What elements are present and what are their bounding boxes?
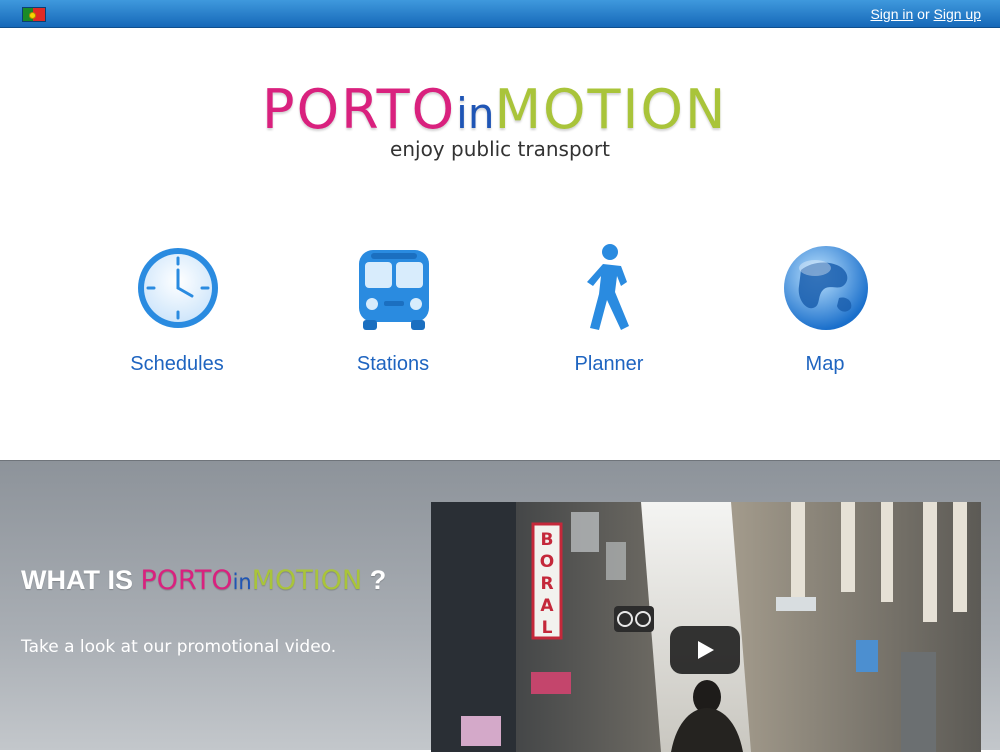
promo-text: Take a look at our promotional video. <box>21 637 337 657</box>
site-logo[interactable]: PORTOinMOTION <box>262 80 742 140</box>
boral-letter: A <box>540 596 554 616</box>
auth-links: Sign in or Sign up <box>870 6 981 22</box>
menu-item-map[interactable]: Map <box>745 240 905 380</box>
promo-heading: WHAT IS PORTOinMOTION ? <box>21 565 386 596</box>
promo-heading-porto: PORTO <box>140 565 233 596</box>
video-play-button[interactable] <box>670 626 740 674</box>
auth-separator: or <box>917 6 930 22</box>
menu-item-schedules[interactable]: Schedules <box>97 240 257 380</box>
menu-label-schedules: Schedules <box>130 353 224 375</box>
play-icon <box>698 641 714 659</box>
menu-label-planner: Planner <box>574 353 644 375</box>
boral-letter: B <box>541 530 554 550</box>
boral-letter: L <box>542 618 553 638</box>
menu-label-map: Map <box>805 353 845 375</box>
logo-motion: MOTION <box>494 78 728 141</box>
menu-label-stations: Stations <box>356 353 430 375</box>
walking-person-icon <box>587 244 629 330</box>
top-bar: Sign in or Sign up <box>0 0 1000 28</box>
promo-heading-question: ? <box>369 565 387 595</box>
promo-heading-in: in <box>232 570 252 594</box>
boral-letter: R <box>540 574 553 594</box>
menu-item-stations[interactable]: Stations <box>313 240 473 380</box>
sign-up-link[interactable]: Sign up <box>934 6 981 22</box>
logo-in: in <box>456 89 495 138</box>
promo-heading-what-is: WHAT IS <box>21 565 133 595</box>
video-sign-boral: B O R A L <box>540 530 555 638</box>
boral-sign-letters: B O R A L <box>540 530 555 638</box>
bus-icon <box>359 250 429 330</box>
boral-letter: O <box>540 552 554 572</box>
logo-porto: PORTO <box>262 78 457 141</box>
clock-icon <box>138 248 218 328</box>
portugal-flag-icon[interactable] <box>22 7 46 22</box>
promo-section: WHAT IS PORTOinMOTION ? Take a look at o… <box>0 460 1000 752</box>
sign-in-link[interactable]: Sign in <box>870 6 913 22</box>
globe-icon <box>784 246 868 330</box>
menu-item-planner[interactable]: Planner <box>529 240 689 380</box>
promo-video[interactable]: B O R A L <box>431 502 981 752</box>
tagline: enjoy public transport <box>390 137 610 161</box>
promo-heading-motion: MOTION <box>251 565 363 596</box>
